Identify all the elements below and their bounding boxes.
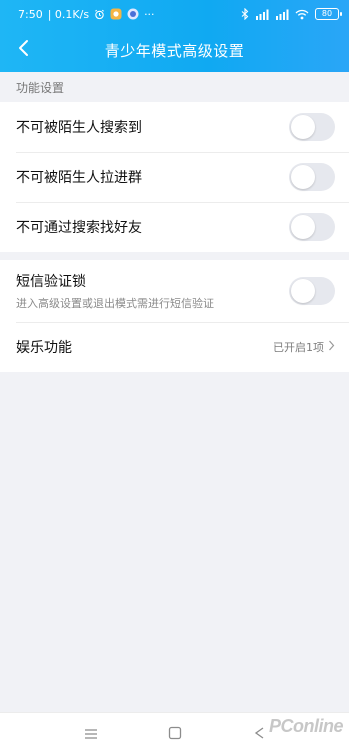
signal-icon	[255, 9, 269, 20]
toggle-knob	[291, 115, 315, 139]
alarm-icon	[94, 9, 105, 20]
app-notification-icon	[110, 8, 122, 20]
setting-sms-lock[interactable]: 短信验证锁 进入高级设置或退出模式需进行短信验证	[0, 260, 349, 322]
toggle-knob	[291, 215, 315, 239]
setting-label: 短信验证锁	[16, 274, 86, 290]
back-button[interactable]	[8, 34, 38, 66]
bluetooth-icon	[241, 8, 249, 20]
entertainment-status: 已开启1项	[273, 339, 335, 355]
setting-no-pulled-into-group[interactable]: 不可被陌生人拉进群	[0, 152, 349, 202]
setting-label: 娱乐功能	[16, 340, 72, 356]
setting-no-search-by-stranger[interactable]: 不可被陌生人搜索到	[0, 102, 349, 152]
chevron-right-icon	[328, 340, 335, 354]
top-bar: 7:50 | 0.1K/s ··· 80 青少年模式高级设置	[0, 0, 349, 72]
status-right: 80	[241, 8, 342, 20]
watermark: PConline	[268, 716, 344, 736]
menu-icon	[84, 725, 98, 744]
battery-level: 80	[321, 9, 333, 18]
wifi-icon	[295, 9, 309, 20]
system-back-button[interactable]	[247, 723, 271, 747]
chevron-left-icon	[17, 39, 29, 61]
toggle-no-search-by-stranger[interactable]	[289, 113, 335, 141]
status-time: 7:50	[18, 7, 43, 21]
entertainment-value: 已开启1项	[273, 341, 324, 354]
toggle-sms-lock[interactable]	[289, 277, 335, 305]
setting-entertainment[interactable]: 娱乐功能 已开启1项	[0, 322, 349, 372]
setting-text: 短信验证锁 进入高级设置或退出模式需进行短信验证	[16, 271, 214, 311]
status-bar: 7:50 | 0.1K/s ··· 80	[0, 0, 349, 28]
setting-label: 不可被陌生人拉进群	[16, 170, 142, 186]
status-left: 7:50 | 0.1K/s ···	[18, 8, 155, 21]
home-square-icon	[168, 725, 182, 744]
vpn-icon	[127, 8, 139, 20]
security-settings-group: 短信验证锁 进入高级设置或退出模式需进行短信验证 娱乐功能 已开启1项	[0, 260, 349, 372]
setting-description: 进入高级设置或退出模式需进行短信验证	[16, 297, 214, 310]
status-speed: | 0.1K/s	[47, 7, 90, 21]
page-title: 青少年模式高级设置	[104, 41, 245, 60]
home-button[interactable]	[163, 723, 187, 747]
privacy-settings-group: 不可被陌生人搜索到 不可被陌生人拉进群 不可通过搜索找好友	[0, 102, 349, 252]
battery-icon: 80	[315, 8, 342, 20]
back-triangle-icon	[253, 725, 265, 744]
menu-button[interactable]	[79, 723, 103, 747]
toggle-knob	[291, 279, 315, 303]
section-header-features: 功能设置	[16, 80, 65, 95]
signal-icon-2	[275, 9, 289, 20]
setting-label: 不可通过搜索找好友	[16, 220, 142, 236]
toggle-knob	[291, 165, 315, 189]
setting-label: 不可被陌生人搜索到	[16, 120, 142, 136]
status-more: ···	[144, 7, 155, 21]
nav-bar: 青少年模式高级设置	[0, 28, 349, 72]
toggle-no-pulled-into-group[interactable]	[289, 163, 335, 191]
toggle-no-find-by-search[interactable]	[289, 213, 335, 241]
setting-no-find-by-search[interactable]: 不可通过搜索找好友	[0, 202, 349, 252]
